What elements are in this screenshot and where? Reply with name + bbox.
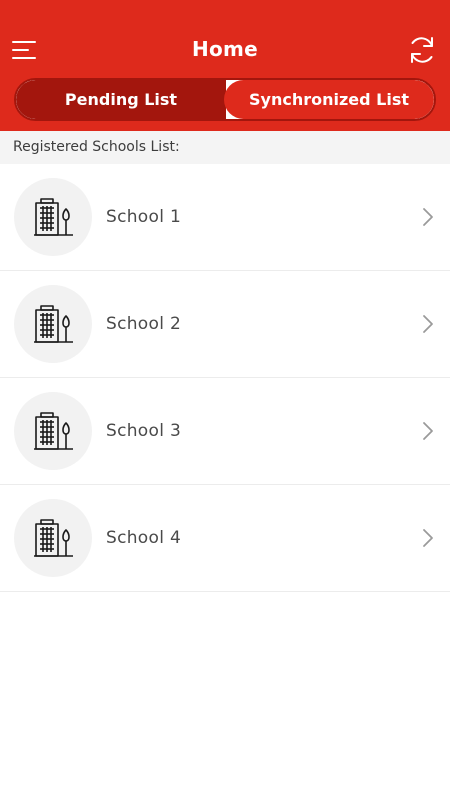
chevron-right-icon (423, 422, 433, 440)
school-name: School 1 (106, 207, 182, 227)
school-avatar (14, 499, 92, 577)
school-avatar (14, 285, 92, 363)
school-avatar (14, 392, 92, 470)
school-name: School 2 (106, 314, 182, 334)
tab-pending-list[interactable]: Pending List (16, 80, 226, 119)
school-building-icon (34, 519, 73, 557)
school-building-icon (34, 198, 73, 236)
school-name: School 4 (106, 528, 182, 548)
list-item[interactable]: School 1 (0, 164, 450, 271)
section-header: Registered Schools List: (0, 131, 450, 164)
chevron-right-icon (423, 208, 433, 226)
school-list: School 1 School 2 School 3 School 4 (0, 164, 450, 592)
chevron-right-icon (423, 315, 433, 333)
app-header: Home Pending List Synchronized List (0, 0, 450, 131)
school-name: School 3 (106, 421, 182, 441)
list-toggle: Pending List Synchronized List (14, 78, 436, 121)
list-item[interactable]: School 4 (0, 485, 450, 592)
page-title: Home (191, 37, 259, 61)
sync-icon[interactable] (406, 34, 438, 66)
list-item[interactable]: School 3 (0, 378, 450, 485)
list-item[interactable]: School 2 (0, 271, 450, 378)
school-building-icon (34, 305, 73, 343)
tab-synchronized-list[interactable]: Synchronized List (224, 80, 434, 119)
school-building-icon (34, 412, 73, 450)
chevron-right-icon (423, 529, 433, 547)
school-avatar (14, 178, 92, 256)
